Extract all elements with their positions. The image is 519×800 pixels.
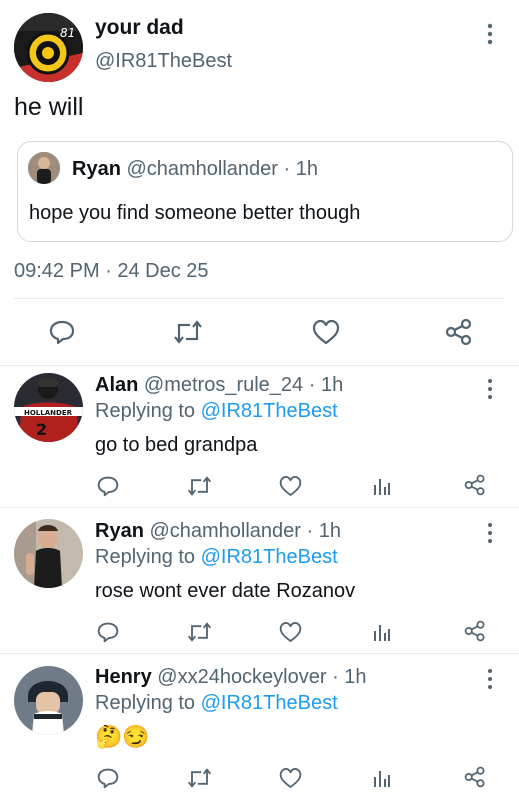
retweet-icon[interactable] [187,475,212,497]
analytics-icon[interactable] [372,767,392,789]
reply-icon[interactable] [97,621,119,643]
tweet-timestamp: 09:42 PM · 24 Dec 25 [14,260,209,282]
quoted-author-name: Ryan [72,158,121,180]
replying-to-label: Replying to [95,400,196,422]
replying-to-link[interactable]: @IR81TheBest [201,400,338,422]
like-icon[interactable] [279,767,302,789]
share-icon[interactable] [464,620,486,642]
quoted-avatar [28,152,60,184]
reply-text: rose wont ever date Rozanov [95,580,356,602]
share-icon[interactable] [445,318,473,346]
quoted-text: hope you find someone better though [29,202,361,224]
quoted-tweet-card[interactable]: Ryan @chamhollander · 1h hope you find s… [17,141,513,242]
author-handle[interactable]: @IR81TheBest [95,50,232,73]
reply-avatar[interactable] [14,519,83,588]
analytics-icon[interactable] [372,621,392,643]
author-avatar[interactable]: 81 [14,13,83,82]
reply-text: go to bed grandpa [95,434,258,456]
reply-author-handle[interactable]: @xx24hockeylover · 1h [157,666,366,688]
replying-to-link[interactable]: @IR81TheBest [201,692,338,714]
avatar-jersey-text: HOLLANDER [24,409,73,417]
reply-author-handle[interactable]: @metros_rule_24 · 1h [144,374,343,396]
share-icon[interactable] [464,766,486,788]
reply-author-name[interactable]: Ryan [95,520,144,542]
like-icon[interactable] [279,621,302,643]
retweet-icon[interactable] [173,319,203,345]
like-icon[interactable] [279,475,302,497]
retweet-icon[interactable] [187,767,212,789]
more-vertical-icon[interactable] [484,378,496,400]
more-vertical-icon[interactable] [484,668,496,690]
replying-to-link[interactable]: @IR81TheBest [201,546,338,568]
reply-text: 🤔😏 [95,724,150,749]
replying-to-label: Replying to [95,546,196,568]
analytics-icon[interactable] [372,475,392,497]
svg-text:2: 2 [36,420,47,439]
more-vertical-icon[interactable] [484,22,496,46]
reply-icon[interactable] [97,475,119,497]
share-icon[interactable] [464,474,486,496]
reply-author-name[interactable]: Alan [95,374,138,396]
divider [0,653,519,654]
reply-author-handle[interactable]: @chamhollander · 1h [149,520,341,542]
divider [14,298,505,299]
divider [0,507,519,508]
divider [0,365,519,366]
reply-icon[interactable] [97,767,119,789]
retweet-icon[interactable] [187,621,212,643]
tweet-text: he will [14,93,84,121]
more-vertical-icon[interactable] [484,522,496,544]
author-name[interactable]: your dad [95,16,184,40]
replying-to-label: Replying to [95,692,196,714]
quoted-author-handle: @chamhollander · 1h [126,158,318,180]
reply-avatar[interactable] [14,666,83,735]
reply-author-name[interactable]: Henry [95,666,152,688]
reply-icon[interactable] [49,319,75,345]
reply-avatar[interactable]: HOLLANDER 2 [14,373,83,442]
like-icon[interactable] [312,319,340,345]
avatar-number: 81 [60,26,75,40]
